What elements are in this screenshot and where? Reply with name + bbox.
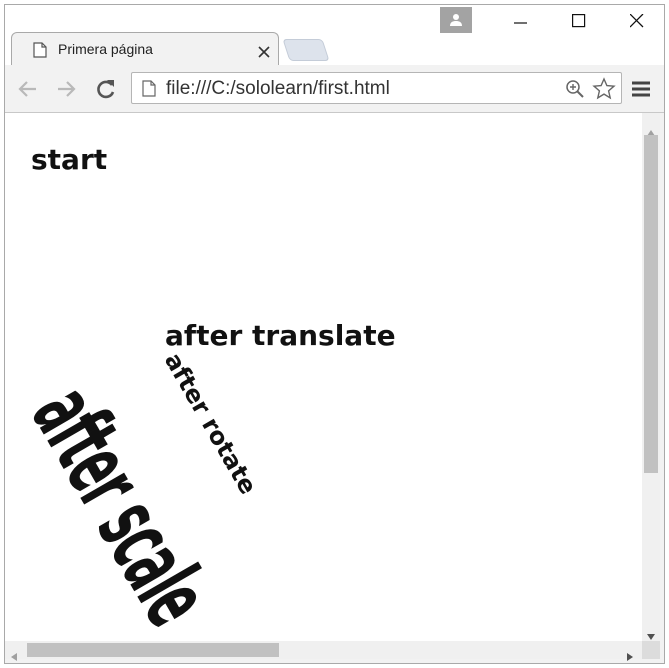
- forward-arrow-icon[interactable]: [55, 78, 77, 100]
- page-icon: [142, 80, 156, 101]
- tab-title: Primera página: [58, 41, 153, 57]
- new-tab-button[interactable]: [282, 39, 330, 61]
- close-window-button[interactable]: [609, 5, 664, 35]
- scrollbar-corner: [642, 641, 660, 659]
- text-start: start: [31, 143, 108, 176]
- person-icon: [450, 14, 462, 26]
- scroll-right-arrow-icon[interactable]: [627, 646, 633, 663]
- minimize-icon: [514, 22, 527, 24]
- tab-close-icon[interactable]: [258, 43, 270, 58]
- menu-icon[interactable]: [632, 81, 650, 101]
- star-icon[interactable]: [592, 77, 616, 105]
- title-bar: Primera página: [5, 5, 664, 67]
- page-icon: [33, 42, 47, 58]
- reload-icon[interactable]: [95, 78, 117, 100]
- url-text: file:///C:/sololearn/first.html: [166, 78, 390, 99]
- horizontal-scrollbar[interactable]: [5, 641, 642, 661]
- maximize-button[interactable]: [551, 5, 607, 35]
- scroll-left-arrow-icon[interactable]: [11, 646, 17, 663]
- text-after-rotate: after rotate: [158, 348, 263, 500]
- text-after-translate: after translate: [165, 319, 396, 352]
- profile-button[interactable]: [440, 7, 472, 33]
- horizontal-scroll-thumb[interactable]: [27, 643, 279, 657]
- close-icon: [630, 14, 644, 28]
- back-arrow-icon[interactable]: [17, 78, 39, 100]
- vertical-scroll-thumb[interactable]: [644, 135, 658, 473]
- maximize-icon: [572, 14, 586, 28]
- tab-primera-pagina[interactable]: Primera página: [11, 32, 279, 67]
- vertical-scrollbar[interactable]: [642, 113, 660, 641]
- address-bar[interactable]: file:///C:/sololearn/first.html: [131, 72, 622, 104]
- zoom-in-icon[interactable]: [565, 79, 585, 103]
- minimize-button[interactable]: [493, 5, 549, 35]
- page-viewport: start after translate after rotate after…: [5, 113, 642, 641]
- toolbar: file:///C:/sololearn/first.html: [5, 65, 664, 113]
- browser-window: Primera página file:///C:/sololearn/firs…: [4, 4, 665, 664]
